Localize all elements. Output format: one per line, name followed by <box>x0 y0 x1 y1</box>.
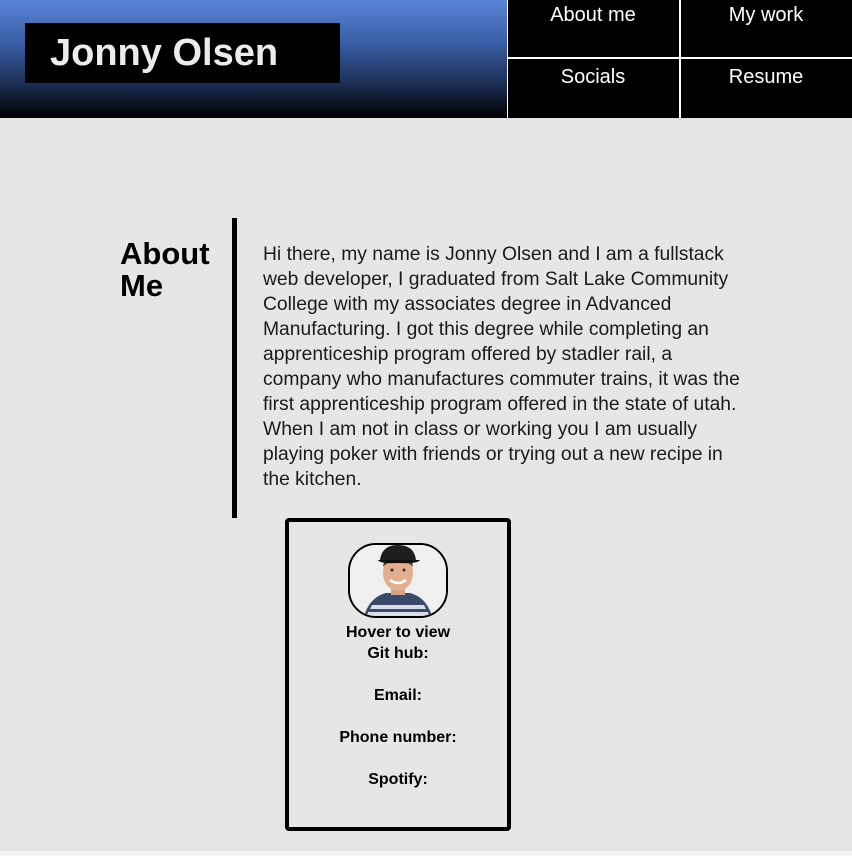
nav-about-me-label: About me <box>550 4 636 26</box>
nav-resume[interactable]: Resume <box>680 60 852 118</box>
main-nav: About me My work Socials Resume <box>507 0 852 118</box>
nav-resume-label: Resume <box>728 66 804 88</box>
site-title-box: Jonny Olsen <box>25 23 340 83</box>
nav-divider-left <box>507 0 508 118</box>
email-label: Email: <box>373 687 422 704</box>
avatar[interactable] <box>348 543 448 618</box>
nav-divider-vertical <box>679 0 681 118</box>
about-divider <box>232 218 237 518</box>
nav-socials-label: Socials <box>560 66 626 88</box>
hover-hint: Hover to view <box>345 624 451 641</box>
nav-divider-horizontal <box>507 57 852 59</box>
phone-number-label: Phone number: <box>339 729 457 746</box>
nav-about-me[interactable]: About me <box>507 0 679 58</box>
nav-socials[interactable]: Socials <box>507 60 679 118</box>
page-bottom-edge <box>0 851 852 856</box>
site-title: Jonny Olsen <box>50 32 279 74</box>
github-label: Git hub: <box>367 645 429 662</box>
about-paragraph: Hi there, my name is Jonny Olsen and I a… <box>263 244 740 490</box>
nav-my-work[interactable]: My work <box>680 0 852 58</box>
nav-my-work-label: My work <box>728 4 804 26</box>
profile-photo-icon <box>350 545 446 616</box>
spotify-label: Spotify: <box>368 771 428 788</box>
contact-card[interactable]: Hover to view Git hub: Email: Phone numb… <box>285 518 511 831</box>
about-heading: About Me <box>120 236 210 303</box>
